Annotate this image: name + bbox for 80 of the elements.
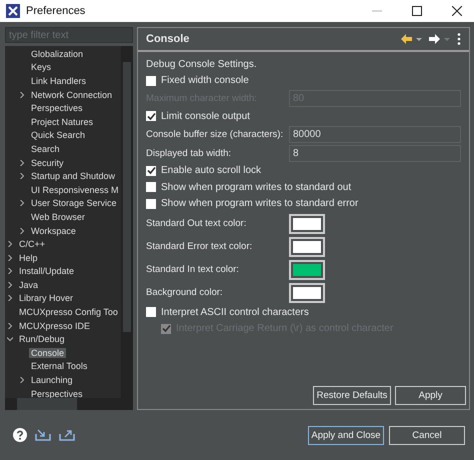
chevron-down-icon[interactable] [7,336,13,342]
forward-arrow-icon[interactable] [429,34,451,44]
tree-item[interactable]: Security [29,158,66,168]
back-arrow-icon[interactable] [401,34,423,44]
checkbox[interactable] [146,166,156,176]
checkbox-label: Enable auto scroll lock [161,165,262,176]
chevron-right-icon[interactable] [7,241,13,248]
tree-item[interactable]: Help [17,252,40,263]
tree-item[interactable]: Workspace [29,226,78,236]
scrollbar[interactable] [121,46,133,398]
color-label: Standard Error text color: [146,241,254,252]
tree-item[interactable]: Perspectives [29,103,85,114]
tree-item[interactable]: Search [29,144,62,154]
tree-item[interactable]: Console [29,348,66,358]
chevron-right-icon[interactable] [7,295,13,302]
chevron-right-icon[interactable] [19,200,25,206]
restore-defaults-button[interactable]: Restore Defaults [313,386,391,405]
tree-item[interactable]: Globalization [29,48,86,59]
checkbox-label: Show when program writes to standard out [161,182,352,193]
scrollbar[interactable] [5,398,133,410]
tree-item[interactable]: Install/Update [17,266,76,276]
checkbox[interactable] [146,307,156,318]
tree-item[interactable]: User Storage Service [29,198,119,208]
chevron-right-icon[interactable] [19,377,25,384]
color-label: Background color: [146,287,224,298]
color-button[interactable] [289,214,325,234]
tree-item[interactable]: MCUXpresso IDE [17,320,92,331]
tree-item[interactable]: Run/Debug [17,334,67,344]
chevron-right-icon[interactable] [7,282,13,288]
page-title: Console [146,33,190,45]
checkbox[interactable] [146,111,156,122]
close-icon[interactable] [452,6,462,16]
chevron-right-icon[interactable] [19,92,25,98]
import-icon[interactable] [35,429,51,441]
cancel-button[interactable]: Cancel [389,426,465,444]
tree-item[interactable]: Keys [29,62,54,72]
field-label: Console buffer size (characters): [146,128,284,140]
help-icon[interactable] [13,428,27,442]
apply-button[interactable]: Apply [395,386,466,405]
checkbox-label: Fixed width console [161,75,249,86]
maximize-icon[interactable] [412,6,422,16]
chevron-right-icon[interactable] [7,322,13,329]
chevron-right-icon[interactable] [7,254,13,261]
tree-item[interactable]: C/C++ [17,239,48,250]
input-field[interactable]: 80000 [289,126,461,142]
color-label: Standard In text color: [146,264,240,275]
tree-item[interactable]: Web Browser [29,212,87,222]
input-field[interactable]: 8 [289,144,461,162]
checkbox[interactable] [146,76,156,86]
color-button[interactable] [289,282,325,302]
tree-item[interactable]: Library Hover [17,293,76,304]
color-label: Standard Out text color: [146,218,248,229]
tree-item[interactable]: Network Connection [29,90,114,100]
tree-item[interactable]: UI Responsiveness M [29,184,121,195]
tree-item[interactable]: Java [17,280,40,290]
checkbox[interactable] [146,182,156,192]
chevron-right-icon[interactable] [7,268,13,274]
tree-item[interactable]: MCUXpresso Config Too [17,307,120,318]
checkbox-label: Show when program writes to standard error [161,198,358,210]
color-button[interactable] [289,260,325,280]
section-label: Debug Console Settings. [146,58,257,70]
more-icon[interactable] [457,33,461,45]
apply-and-close-button[interactable]: Apply and Close [308,426,384,444]
chevron-right-icon[interactable] [19,228,25,234]
chevron-right-icon[interactable] [19,173,25,180]
tree-item[interactable]: Project Natures [29,116,96,127]
app-icon [6,4,20,18]
color-button[interactable] [289,236,325,256]
export-icon[interactable] [59,429,75,441]
tree-item[interactable]: Startup and Shutdow [29,171,118,182]
tree-item[interactable]: Link Handlers [29,76,88,86]
checkbox-label: Interpret ASCII control characters [161,306,309,318]
window-title: Preferences [26,5,86,17]
tree-item[interactable]: Quick Search [29,130,88,140]
checkbox[interactable] [146,198,156,209]
tree-item[interactable]: External Tools [29,361,90,372]
checkbox-label: Limit console output [161,110,250,122]
tree-item[interactable]: Launching [29,375,75,386]
field-label: Displayed tab width: [146,148,232,158]
chevron-right-icon[interactable] [19,160,25,166]
